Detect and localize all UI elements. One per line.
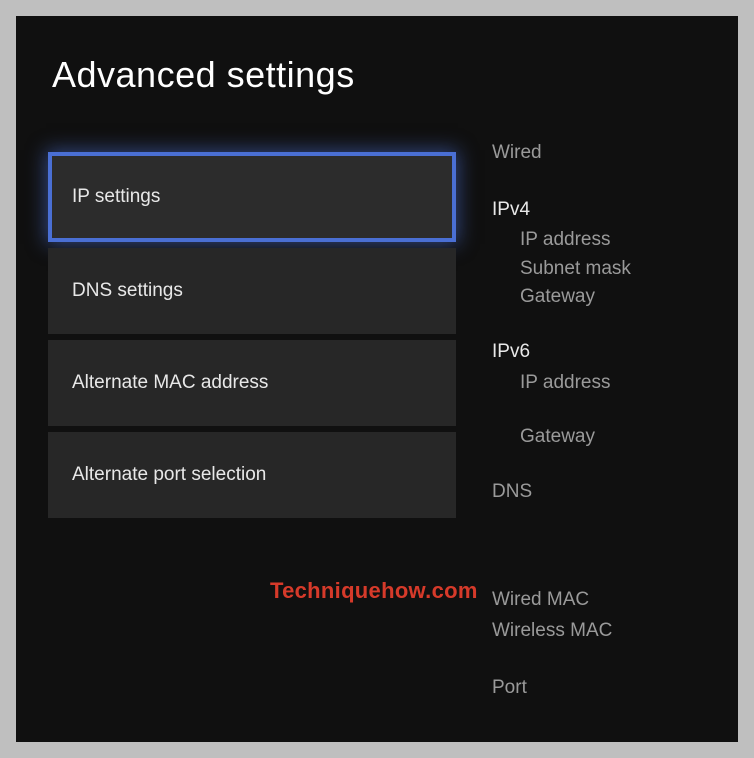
wired-mac-label: Wired MAC: [492, 587, 631, 614]
ipv4-ip-address-label: IP address: [520, 227, 631, 254]
menu-item-label: Alternate MAC address: [72, 372, 268, 393]
menu-item-ip-settings[interactable]: IP settings: [48, 152, 456, 242]
details-panel: Wired IPv4 IP address Subnet mask Gatewa…: [456, 140, 631, 705]
ipv4-subnet-mask-label: Subnet mask: [520, 256, 631, 283]
content-area: IP settings DNS settings Alternate MAC a…: [16, 152, 738, 717]
settings-window: Advanced settings IP settings DNS settin…: [16, 16, 738, 742]
menu-item-label: IP settings: [72, 186, 160, 207]
dns-label: DNS: [492, 479, 631, 506]
ipv4-group: IP address Subnet mask Gateway: [492, 227, 631, 311]
ipv4-gateway-label: Gateway: [520, 284, 631, 311]
menu-item-alternate-mac[interactable]: Alternate MAC address: [48, 340, 456, 426]
ipv6-heading: IPv6: [492, 339, 631, 366]
menu-item-label: DNS settings: [72, 280, 183, 301]
wireless-mac-label: Wireless MAC: [492, 618, 631, 645]
ipv6-gateway-label: Gateway: [520, 424, 631, 451]
ipv6-group: IP address Gateway: [492, 370, 631, 451]
menu-item-alternate-port[interactable]: Alternate port selection: [48, 432, 456, 518]
menu-list: IP settings DNS settings Alternate MAC a…: [48, 152, 456, 717]
menu-item-dns-settings[interactable]: DNS settings: [48, 248, 456, 334]
connection-type-label: Wired: [492, 140, 631, 167]
ipv4-heading: IPv4: [492, 197, 631, 224]
watermark-text: Techniquehow.com: [270, 578, 478, 604]
ipv6-ip-address-label: IP address: [520, 370, 631, 397]
page-title: Advanced settings: [16, 54, 738, 96]
menu-item-label: Alternate port selection: [72, 464, 266, 485]
port-label: Port: [492, 675, 631, 702]
